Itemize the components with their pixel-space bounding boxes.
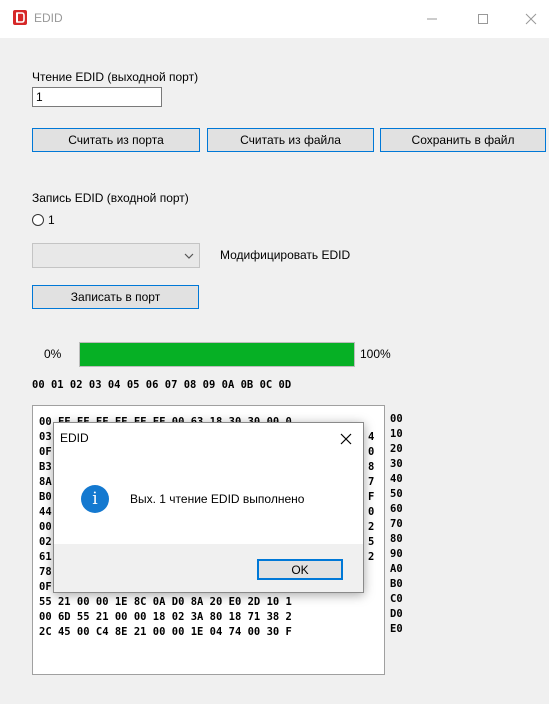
hex-address-label: 60: [390, 503, 403, 515]
read-port-input[interactable]: 1: [32, 87, 162, 107]
write-to-port-button[interactable]: Записать в порт: [32, 285, 199, 309]
ok-button[interactable]: OK: [257, 559, 343, 580]
modify-edid-label[interactable]: Модифицировать EDID: [220, 248, 350, 262]
dialog-title: EDID: [60, 431, 89, 445]
progress-start-label: 0%: [44, 347, 62, 361]
hex-address-label: E0: [390, 623, 403, 635]
hex-row: B3: [39, 461, 52, 473]
hex-row: 03: [39, 431, 52, 443]
hex-row-edge: 5: [368, 536, 375, 548]
read-from-file-button[interactable]: Считать из файла: [207, 128, 374, 152]
read-from-port-button[interactable]: Считать из порта: [32, 128, 200, 152]
hex-column-header: 00 01 02 03 04 05 06 07 08 09 0A 0B 0C 0…: [32, 379, 292, 391]
hex-address-label: 40: [390, 473, 403, 485]
maximize-icon: [478, 14, 488, 24]
hex-row-edge: 7: [368, 476, 375, 488]
hex-row: 2C 45 00 C4 8E 21 00 00 1E 04 74 00 30 F: [39, 626, 292, 638]
close-icon: [340, 433, 352, 445]
app-logo-icon: [13, 10, 27, 25]
dialog-message: Вых. 1 чтение EDID выполнено: [130, 492, 305, 506]
hex-row: 00: [39, 521, 52, 533]
hex-address-label: 20: [390, 443, 403, 455]
hex-address-label: B0: [390, 578, 403, 590]
hex-address-label: 00: [390, 413, 403, 425]
minimize-button[interactable]: [414, 6, 450, 32]
hex-address-label: C0: [390, 593, 403, 605]
hex-row-edge: 0: [368, 506, 375, 518]
hex-row-edge: 2: [368, 521, 375, 533]
hex-row: 0F: [39, 446, 52, 458]
hex-row: B0: [39, 491, 52, 503]
hex-address-label: 80: [390, 533, 403, 545]
save-to-file-button[interactable]: Сохранить в файл: [380, 128, 546, 152]
hex-row-edge: 0: [368, 446, 375, 458]
hex-address-label: 10: [390, 428, 403, 440]
progress-bar: [79, 342, 355, 367]
title-bar: EDID: [0, 0, 549, 38]
hex-row: 44: [39, 506, 52, 518]
hex-row: 8A: [39, 476, 52, 488]
hex-address-label: 50: [390, 488, 403, 500]
dialog-close-button[interactable]: [334, 427, 358, 451]
progress-end-label: 100%: [360, 347, 391, 361]
hex-row-edge: 8: [368, 461, 375, 473]
hex-row: 00 6D 55 21 00 00 18 02 3A 80 18 71 38 2: [39, 611, 292, 623]
write-section-label: Запись EDID (входной порт): [32, 191, 189, 205]
hex-address-label: A0: [390, 563, 403, 575]
chevron-down-icon: [184, 253, 194, 259]
hex-address-label: 90: [390, 548, 403, 560]
edid-select[interactable]: [32, 243, 200, 268]
window-title: EDID: [34, 11, 63, 25]
hex-row-edge: 2: [368, 551, 375, 563]
hex-row: 55 21 00 00 1E 8C 0A D0 8A 20 E0 2D 10 1: [39, 596, 292, 608]
minimize-icon: [427, 18, 437, 20]
input-port-radio[interactable]: [32, 214, 44, 226]
input-port-radio-label: 1: [48, 213, 55, 227]
hex-row: 61: [39, 551, 52, 563]
progress-bar-fill: [80, 343, 354, 366]
hex-address-label: 70: [390, 518, 403, 530]
hex-row: 02: [39, 536, 52, 548]
hex-row-edge: 4: [368, 431, 375, 443]
maximize-button[interactable]: [465, 6, 501, 32]
message-dialog: EDID i Вых. 1 чтение EDID выполнено OK: [53, 422, 364, 593]
read-section-label: Чтение EDID (выходной порт): [32, 70, 199, 84]
close-icon: [525, 13, 537, 25]
info-icon: i: [81, 485, 109, 513]
hex-address-label: D0: [390, 608, 403, 620]
hex-row-edge: F: [368, 491, 375, 503]
hex-address-label: 30: [390, 458, 403, 470]
close-button[interactable]: [513, 6, 549, 32]
